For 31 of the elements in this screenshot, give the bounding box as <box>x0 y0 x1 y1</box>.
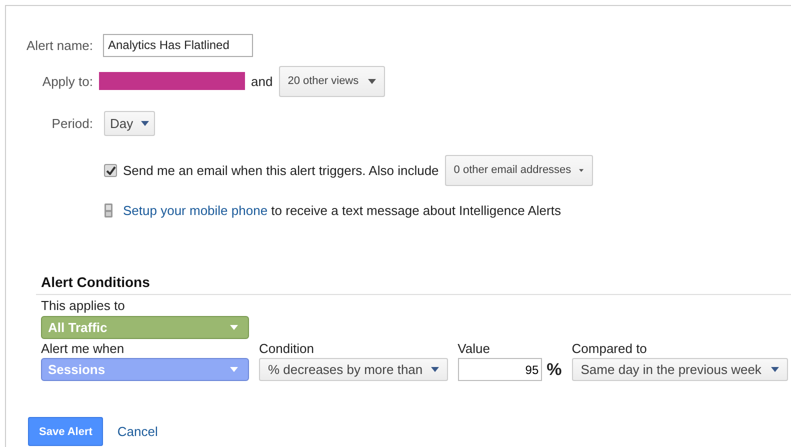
cancel-link[interactable]: Cancel <box>117 424 158 439</box>
mobile-text: Setup your mobile phone to receive a text message about Intelligence Alerts <box>123 202 561 218</box>
field-label: Compared to <box>572 342 648 356</box>
caret-icon <box>579 168 584 172</box>
views-dropdown[interactable]: 20 other views <box>278 66 385 96</box>
setup-mobile-link[interactable]: Setup your mobile phone <box>123 202 268 218</box>
mobile-phone-icon <box>104 202 113 218</box>
period-dropdown[interactable]: Day <box>104 110 156 136</box>
and-label: and <box>251 74 273 88</box>
unit-label: % <box>546 360 562 380</box>
alert-name-input[interactable]: Analytics Has Flatlined <box>103 34 253 56</box>
caret-icon <box>368 78 376 84</box>
caret-icon <box>230 325 238 330</box>
field-label: This applies to <box>41 299 126 313</box>
select-dropdown[interactable]: Same day in the previous week <box>572 358 788 381</box>
caret-icon <box>770 367 779 372</box>
section-heading: Alert Conditions <box>36 274 791 295</box>
select-dropdown[interactable]: % decreases by more than <box>259 358 448 381</box>
field-label: Condition <box>259 342 315 356</box>
field-label: Period: <box>50 116 93 130</box>
email-checkbox[interactable] <box>104 164 117 176</box>
caret-icon <box>230 367 238 372</box>
field-label: Alert me when <box>41 342 126 356</box>
caret-icon <box>141 120 150 126</box>
field-label: Alert name: <box>26 38 93 52</box>
value-input[interactable]: 95 <box>458 358 542 381</box>
field-label: Apply to: <box>41 74 93 88</box>
email-addresses-dropdown[interactable]: 0 other email addresses <box>444 154 593 186</box>
email-label: Send me an email when this alert triggers. Also include <box>123 162 439 178</box>
caret-icon <box>430 367 439 372</box>
field-label: Value <box>458 342 491 356</box>
